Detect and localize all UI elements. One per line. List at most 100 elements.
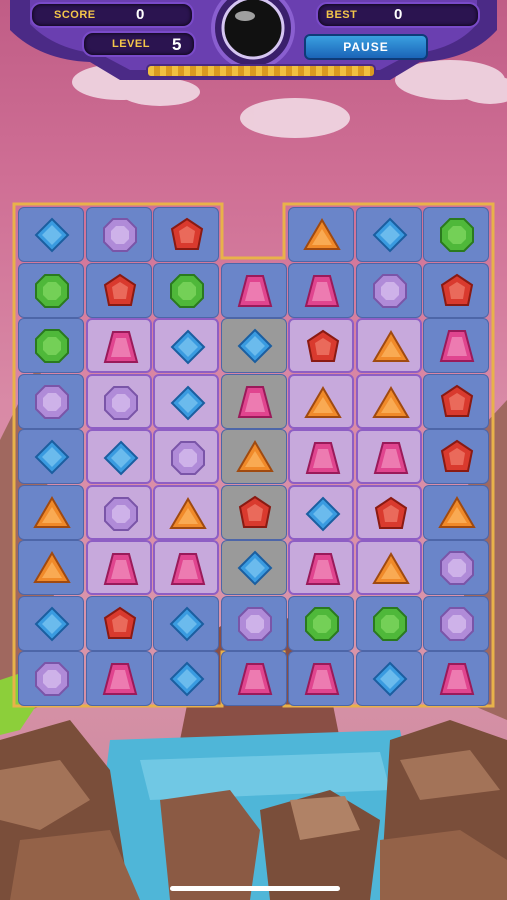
blue-diamond-icon[interactable]	[33, 605, 71, 643]
red-gem-icon[interactable]	[304, 328, 342, 366]
red-gem-icon[interactable]	[438, 438, 476, 476]
red-gem-icon[interactable]	[168, 216, 206, 254]
board-cell[interactable]	[18, 262, 84, 318]
board-cell[interactable]	[85, 595, 152, 651]
pink-bag-icon[interactable]	[101, 660, 139, 698]
board-cell[interactable]	[18, 484, 84, 540]
board-cell[interactable]	[423, 207, 489, 262]
orange-triangle-icon[interactable]	[169, 495, 207, 533]
red-gem-icon[interactable]	[438, 383, 476, 421]
purple-octagon-icon[interactable]	[169, 439, 207, 477]
stone-blocker-cell[interactable]	[220, 373, 287, 429]
pink-bag-icon[interactable]	[236, 272, 274, 310]
board-cell[interactable]	[423, 429, 489, 484]
board-cell[interactable]	[220, 262, 287, 318]
orange-triangle-icon[interactable]	[371, 550, 410, 588]
blue-diamond-icon[interactable]	[168, 605, 206, 643]
board-cell[interactable]	[153, 373, 219, 429]
board-cell[interactable]	[85, 429, 152, 484]
board-cell[interactable]	[85, 318, 152, 373]
board-cell[interactable]	[153, 429, 219, 484]
board-cell[interactable]	[153, 207, 219, 262]
board-cell[interactable]	[355, 484, 422, 540]
pink-bag-icon[interactable]	[102, 328, 140, 366]
blue-diamond-icon[interactable]	[371, 216, 409, 254]
board-cell[interactable]	[220, 651, 287, 706]
board-cell[interactable]	[355, 207, 422, 262]
orange-triangle-icon[interactable]	[33, 549, 71, 587]
board-cell[interactable]	[153, 595, 219, 651]
green-octagon-icon[interactable]	[168, 272, 206, 310]
pink-bag-icon[interactable]	[304, 439, 342, 477]
board-cell[interactable]	[355, 595, 422, 651]
pink-bag-icon[interactable]	[372, 439, 410, 477]
pink-bag-icon[interactable]	[236, 383, 274, 421]
blue-diamond-icon[interactable]	[33, 438, 71, 476]
blue-diamond-icon[interactable]	[304, 495, 342, 533]
board-cell[interactable]	[355, 262, 422, 318]
board-cell[interactable]	[85, 207, 152, 262]
board-cell[interactable]	[423, 262, 489, 318]
purple-octagon-icon[interactable]	[102, 495, 140, 533]
orange-triangle-icon[interactable]	[235, 438, 274, 476]
purple-octagon-icon[interactable]	[438, 549, 476, 587]
green-octagon-icon[interactable]	[371, 605, 409, 643]
orange-triangle-icon[interactable]	[371, 384, 410, 422]
home-indicator[interactable]	[170, 886, 340, 891]
stone-blocker-cell[interactable]	[220, 318, 287, 373]
red-gem-icon[interactable]	[372, 495, 410, 533]
board-cell[interactable]	[423, 651, 489, 706]
stone-blocker-cell[interactable]	[220, 429, 287, 484]
orange-triangle-icon[interactable]	[438, 494, 476, 532]
stone-blocker-cell[interactable]	[220, 540, 287, 595]
board-cell[interactable]	[355, 651, 422, 706]
board-cell[interactable]	[423, 540, 489, 595]
blue-diamond-icon[interactable]	[371, 660, 409, 698]
board-cell[interactable]	[355, 540, 422, 595]
board-cell[interactable]	[288, 318, 354, 373]
green-octagon-icon[interactable]	[438, 216, 476, 254]
board-cell[interactable]	[423, 595, 489, 651]
board-cell[interactable]	[423, 318, 489, 373]
board-cell[interactable]	[288, 595, 354, 651]
blue-diamond-icon[interactable]	[169, 384, 207, 422]
board-cell[interactable]	[288, 262, 354, 318]
blue-diamond-icon[interactable]	[169, 328, 207, 366]
red-gem-icon[interactable]	[101, 605, 139, 643]
pink-bag-icon[interactable]	[438, 327, 476, 365]
orange-triangle-icon[interactable]	[304, 384, 342, 422]
green-octagon-icon[interactable]	[33, 327, 71, 365]
purple-octagon-icon[interactable]	[438, 605, 476, 643]
board-cell[interactable]	[18, 540, 84, 595]
board-cell[interactable]	[423, 484, 489, 540]
blue-diamond-icon[interactable]	[168, 660, 206, 698]
blue-diamond-icon[interactable]	[236, 327, 274, 365]
board-cell[interactable]	[153, 484, 219, 540]
board-cell[interactable]	[220, 595, 287, 651]
board-cell[interactable]	[423, 373, 489, 429]
board-cell[interactable]	[288, 207, 354, 262]
stone-blocker-cell[interactable]	[220, 484, 287, 540]
board-cell[interactable]	[288, 429, 354, 484]
orange-triangle-icon[interactable]	[303, 216, 341, 254]
board-cell[interactable]	[85, 651, 152, 706]
board-cell[interactable]	[18, 207, 84, 262]
board-cell[interactable]	[18, 373, 84, 429]
board-cell[interactable]	[153, 318, 219, 373]
purple-octagon-icon[interactable]	[33, 383, 71, 421]
pink-bag-icon[interactable]	[304, 550, 342, 588]
purple-octagon-icon[interactable]	[33, 660, 71, 698]
board-cell[interactable]	[355, 373, 422, 429]
pink-bag-icon[interactable]	[236, 660, 274, 698]
green-octagon-icon[interactable]	[33, 272, 71, 310]
board-cell[interactable]	[355, 429, 422, 484]
pink-bag-icon[interactable]	[303, 660, 341, 698]
board-cell[interactable]	[18, 318, 84, 373]
orange-triangle-icon[interactable]	[371, 328, 410, 366]
pause-button[interactable]: PAUSE	[304, 34, 428, 60]
board-cell[interactable]	[85, 262, 152, 318]
red-gem-icon[interactable]	[236, 494, 274, 532]
orange-triangle-icon[interactable]	[33, 494, 71, 532]
blue-diamond-icon[interactable]	[236, 549, 274, 587]
board-cell[interactable]	[18, 595, 84, 651]
